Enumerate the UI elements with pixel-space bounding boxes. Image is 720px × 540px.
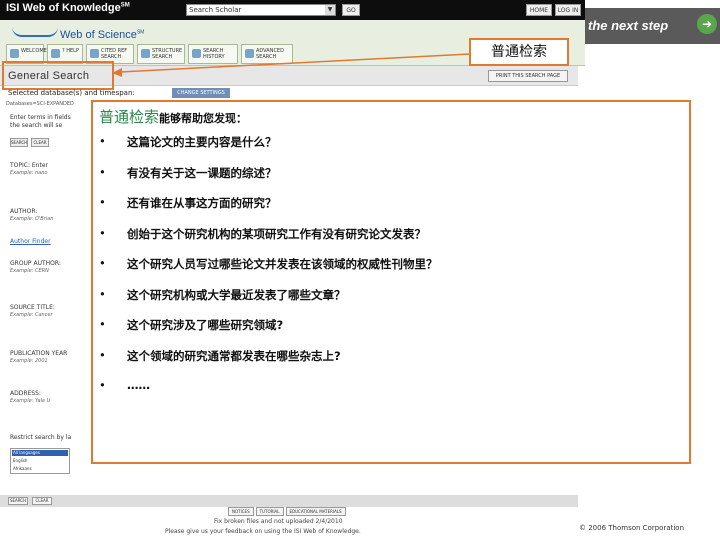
list-item: • 这个研究人员写过哪些论文并发表在该领域的权威性刊物里？ [99,256,438,271]
list-item: • 这个研究涉及了哪些研究领域? [99,317,284,332]
bullet-icon: • [99,134,106,148]
bullet-icon: • [99,378,106,392]
callout-label: 普通检索 [469,38,569,66]
bullet-icon: • [99,256,106,270]
list-item: • 这个领域的研究通常都发表在哪些杂志上? [99,347,341,363]
bullet-icon: • [99,195,106,209]
overlay-list: • 这篇论文的主要内容是什么？ • 有没有关于这一课题的综述？ • 还有谁在从事这方面… [99,134,438,409]
bullet-icon: • [99,225,106,240]
list-item: • 这篇论文的主要内容是什么？ [99,134,277,149]
list-item: • 有没有关于这一课题的综述？ [99,164,277,180]
overlay-title: 普通检索能够帮助您发现： [99,108,248,126]
list-item: • 这个研究机构或大学最近发表了哪些文章？ [99,286,346,302]
list-item: • 还有谁在从事这方面的研究？ [99,195,277,210]
bullet-icon: • [99,164,106,179]
list-item: •…… [99,378,150,392]
bullet-icon: • [99,286,106,301]
feature-overlay-panel: 普通检索能够帮助您发现： • 这篇论文的主要内容是什么？ • 有没有关于这一课题的综… [91,100,691,464]
bullet-icon: • [99,317,106,331]
list-item: • 创始于这个研究机构的某项研究工作有没有研究论文发表？ [99,225,426,241]
bullet-icon: • [99,347,106,362]
page: ISI Web of KnowledgeSM Search Scholar ▼ G… [0,0,720,540]
